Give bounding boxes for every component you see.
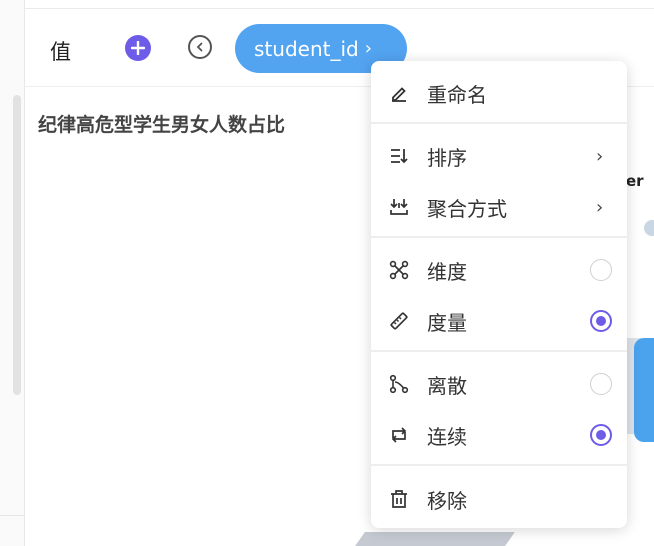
- menu-item-label: 维度: [427, 259, 467, 284]
- chart-fragment: [355, 532, 515, 546]
- menu-item-label: 排序: [427, 145, 467, 170]
- plus-icon: [131, 41, 145, 55]
- discrete-radio[interactable]: [590, 373, 612, 395]
- aggregate-icon: [388, 196, 410, 218]
- sort-icon: [388, 145, 410, 167]
- divider: [0, 515, 24, 516]
- menu-item-rename[interactable]: 重命名: [371, 71, 627, 115]
- menu-item-sort[interactable]: 排序 ›: [371, 134, 627, 178]
- dimension-icon: [388, 259, 410, 281]
- chevron-right-icon: ›: [596, 196, 604, 218]
- menu-item-label: 度量: [427, 310, 467, 335]
- chart-title: 纪律高危型学生男女人数占比: [38, 114, 286, 136]
- dimension-radio[interactable]: [590, 259, 612, 281]
- chevron-left-icon: [196, 42, 203, 52]
- trash-icon: [388, 488, 410, 510]
- menu-item-label: 连续: [427, 424, 467, 449]
- chevron-right-icon: ›: [364, 38, 372, 59]
- menu-item-label: 重命名: [427, 82, 487, 107]
- add-field-button[interactable]: [125, 35, 151, 61]
- menu-divider: [371, 122, 627, 124]
- value-shelf-label: 值: [50, 40, 71, 64]
- discrete-icon: [388, 373, 410, 395]
- menu-divider: [371, 350, 627, 352]
- divider: [24, 8, 654, 9]
- continuous-radio[interactable]: [590, 424, 612, 446]
- menu-item-remove[interactable]: 移除: [371, 477, 627, 521]
- menu-divider: [371, 464, 627, 466]
- chart-bar: [634, 338, 654, 442]
- ruler-icon: [388, 310, 410, 332]
- pencil-icon: [388, 82, 410, 104]
- menu-item-measure[interactable]: 度量: [371, 299, 627, 343]
- menu-item-aggregate[interactable]: 聚合方式 ›: [371, 185, 627, 229]
- legend-text-fragment: er: [626, 172, 644, 190]
- chevron-right-icon: ›: [596, 145, 604, 167]
- menu-item-continuous[interactable]: 连续: [371, 413, 627, 457]
- menu-item-label: 聚合方式: [427, 196, 507, 221]
- chart-marker: [644, 220, 654, 236]
- field-pill-label: student_id: [254, 36, 359, 61]
- field-context-menu: 重命名 排序 › 聚合方式 › 维度 度量 离散 连续 移除: [371, 61, 627, 528]
- menu-item-label: 离散: [427, 373, 467, 398]
- collapse-button[interactable]: [188, 35, 212, 59]
- left-scrollbar[interactable]: [13, 95, 21, 395]
- menu-item-dimension[interactable]: 维度: [371, 248, 627, 292]
- measure-radio[interactable]: [590, 310, 612, 332]
- menu-divider: [371, 236, 627, 238]
- menu-item-discrete[interactable]: 离散: [371, 362, 627, 406]
- menu-item-label: 移除: [427, 488, 467, 513]
- continuous-loop-icon: [388, 424, 410, 446]
